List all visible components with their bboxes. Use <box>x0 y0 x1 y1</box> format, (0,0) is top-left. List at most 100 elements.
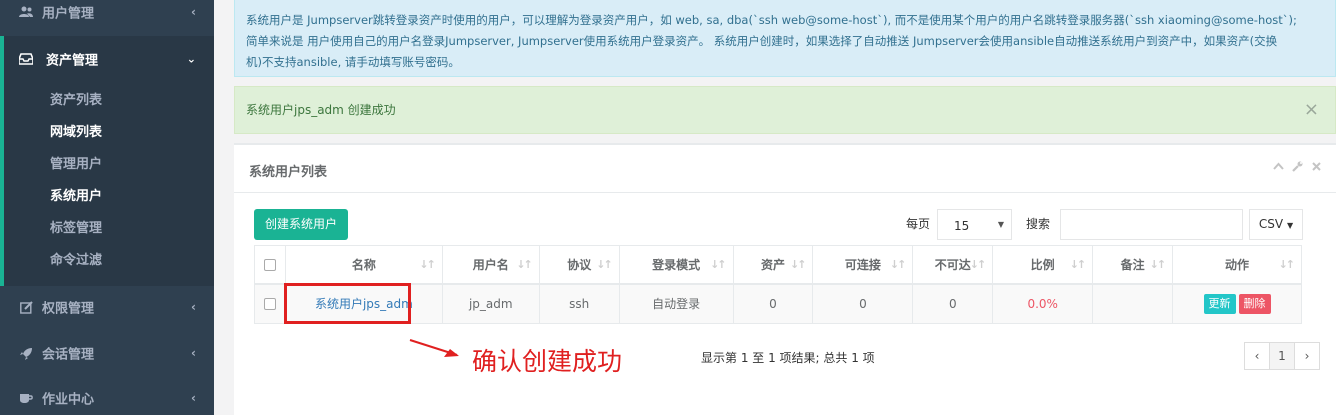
sidebar-item-label: 会话管理 <box>42 347 95 363</box>
csv-export-button[interactable]: CSV ▼ <box>1249 209 1303 240</box>
create-system-user-button[interactable]: 创建系统用户 <box>254 209 348 240</box>
sort-icon: ↓↑ <box>1069 258 1087 271</box>
info-alert-line: 简单来说是 用户使用自己的用户名登录Jumpserver, Jumpserver… <box>246 34 1278 48</box>
column-header[interactable]: 不可达 ↓↑ <box>912 245 994 285</box>
column-header[interactable]: 资产 ↓↑ <box>732 245 814 285</box>
sidebar-subitem-command-filter[interactable]: 命令过滤 <box>50 249 102 268</box>
sort-icon: ↓↑ <box>516 258 533 271</box>
column-header-label: 备注 <box>1120 257 1145 272</box>
system-user-table: 名称 ↓↑ 用户名 ↓↑ 协议 ↓↑ 登录模式 ↓↑ 资产 ↓↑ 可连接 ↓↑ 不可达 ↓↑ … <box>254 245 1302 324</box>
info-alert-line: 系统用户是 Jumpserver跳转登录资产时使用的用户，可以理解为登录资产用户… <box>246 13 1297 27</box>
table-info: 显示第 1 至 1 项结果; 总共 1 项 <box>701 351 875 365</box>
column-header[interactable]: 登录模式 ↓↑ <box>618 245 734 285</box>
sort-icon: ↓↑ <box>1278 258 1296 271</box>
sidebar-subitem-system-user[interactable]: 系统用户 <box>50 185 102 204</box>
sidebar-item-sessions[interactable]: 会话管理 ‹ <box>0 335 214 371</box>
column-header-label: 资产 <box>760 257 785 272</box>
column-header-label: 不可达 <box>934 257 971 272</box>
reachable-cell: 0 <box>812 283 914 324</box>
sidebar-item-jobs[interactable]: 作业中心 ‹ <box>0 380 214 415</box>
username-cell: jp_adm <box>441 283 540 324</box>
column-header[interactable]: 备注 ↓↑ <box>1092 245 1174 285</box>
select-all-header <box>254 245 286 285</box>
sidebar-item-label: 作业中心 <box>42 392 95 408</box>
column-header[interactable]: 比例 ↓↑ <box>992 245 1094 285</box>
sidebar-item-assets: 资产管理 ⌄ 资产列表 网域列表 管理用户 系统用户 标签管理 命令过滤 <box>0 36 214 286</box>
protocol-cell: ssh <box>538 283 620 324</box>
unreachable-cell: 0 <box>912 283 994 324</box>
main-content: 系统用户是 Jumpserver跳转登录资产时使用的用户，可以理解为登录资产用户… <box>214 0 1336 415</box>
column-header-label: 用户名 <box>472 257 509 272</box>
column-header[interactable]: 用户名 ↓↑ <box>441 245 540 285</box>
column-header-label: 动作 <box>1225 257 1250 272</box>
sort-icon: ↓↑ <box>790 258 807 271</box>
pagination: ‹ 1 › <box>1244 342 1320 370</box>
sort-icon: ↓↑ <box>1149 258 1167 271</box>
sidebar-item-label: 资产管理 <box>46 53 99 69</box>
annotation-highlight-box <box>284 283 411 324</box>
column-header-label: 可连接 <box>844 257 881 272</box>
chevron-left-icon: ‹ <box>191 391 196 405</box>
row-checkbox[interactable] <box>263 298 276 311</box>
update-button[interactable]: 更新 <box>1203 293 1236 314</box>
chevron-up-icon[interactable] <box>1273 161 1284 175</box>
chevron-left-icon: ‹ <box>191 346 196 360</box>
pagination-next[interactable]: › <box>1294 342 1320 370</box>
chevron-left-icon: ‹ <box>191 300 196 314</box>
column-header-label: 协议 <box>567 257 592 272</box>
edit-icon <box>19 300 33 314</box>
success-alert-text: 系统用户jps_adm 创建成功 <box>246 103 396 117</box>
per-page-label: 每页 <box>906 217 931 231</box>
wrench-icon[interactable] <box>1292 161 1303 175</box>
users-icon <box>19 5 33 19</box>
sort-icon: ↓↑ <box>596 258 613 271</box>
select-all-checkbox[interactable] <box>263 258 276 271</box>
caret-down-icon: ▼ <box>997 220 1004 229</box>
sort-icon: ↓↑ <box>889 258 907 271</box>
delete-button[interactable]: 删除 <box>1238 293 1271 314</box>
pagination-prev[interactable]: ‹ <box>1244 342 1270 370</box>
table-header-row: 名称 ↓↑ 用户名 ↓↑ 协议 ↓↑ 登录模式 ↓↑ 资产 ↓↑ 可连接 ↓↑ 不可达 ↓↑ … <box>254 245 1302 285</box>
sidebar-item-assets-header[interactable]: 资产管理 ⌄ <box>4 36 214 82</box>
close-icon[interactable]: × <box>1304 87 1319 133</box>
column-header-label: 比例 <box>1030 257 1055 272</box>
column-header[interactable]: 动作 ↓↑ <box>1172 245 1302 285</box>
system-user-panel: 系统用户列表 创建系统用户 每页 15 ▼ 搜索 CSV ▼ 名称 ↓↑ 用户名… <box>234 143 1336 415</box>
sidebar-subitem-domain-list[interactable]: 网域列表 <box>50 121 102 140</box>
chevron-down-icon: ⌄ <box>186 52 196 66</box>
column-header[interactable]: 协议 ↓↑ <box>538 245 620 285</box>
success-alert: 系统用户jps_adm 创建成功 × <box>234 86 1336 134</box>
annotation-arrow-icon <box>409 339 459 357</box>
actions-cell: 更新 删除 <box>1172 283 1302 324</box>
inbox-icon <box>19 53 33 65</box>
sidebar-item-perms[interactable]: 权限管理 ‹ <box>0 289 214 325</box>
sort-icon: ↓↑ <box>710 258 727 271</box>
column-header-label: 名称 <box>351 257 376 272</box>
panel-header: 系统用户列表 <box>234 145 1336 193</box>
login-mode-cell: 自动登录 <box>618 283 734 324</box>
panel-title: 系统用户列表 <box>249 165 328 180</box>
sort-icon: ↓↑ <box>419 258 436 271</box>
sort-icon: ↓↑ <box>969 258 987 271</box>
coffee-icon <box>19 391 33 405</box>
pagination-page[interactable]: 1 <box>1269 342 1295 370</box>
row-select-cell <box>254 283 286 324</box>
sidebar-subitem-asset-list[interactable]: 资产列表 <box>50 89 102 108</box>
sidebar: 用户管理 ‹ 资产管理 ⌄ 资产列表 网域列表 管理用户 系统用户 标签管理 命… <box>0 0 214 415</box>
assets-cell: 0 <box>732 283 814 324</box>
sidebar-subitem-label-manage[interactable]: 标签管理 <box>50 217 102 236</box>
info-alert: 系统用户是 Jumpserver跳转登录资产时使用的用户，可以理解为登录资产用户… <box>234 0 1336 77</box>
per-page-value: 15 <box>954 219 970 233</box>
column-header[interactable]: 可连接 ↓↑ <box>812 245 914 285</box>
search-label: 搜索 <box>1026 217 1051 231</box>
column-header-label: 登录模式 <box>652 257 701 272</box>
sidebar-subitem-admin-user[interactable]: 管理用户 <box>50 153 102 172</box>
panel-tools <box>1273 161 1322 175</box>
sidebar-item-users[interactable]: 用户管理 ‹ <box>0 0 214 30</box>
close-icon[interactable] <box>1311 161 1322 175</box>
column-header[interactable]: 名称 ↓↑ <box>284 245 443 285</box>
sidebar-item-label: 权限管理 <box>42 301 95 317</box>
per-page-select[interactable]: 15 ▼ <box>937 209 1012 240</box>
search-input[interactable] <box>1060 209 1243 240</box>
comment-cell <box>1092 283 1174 324</box>
